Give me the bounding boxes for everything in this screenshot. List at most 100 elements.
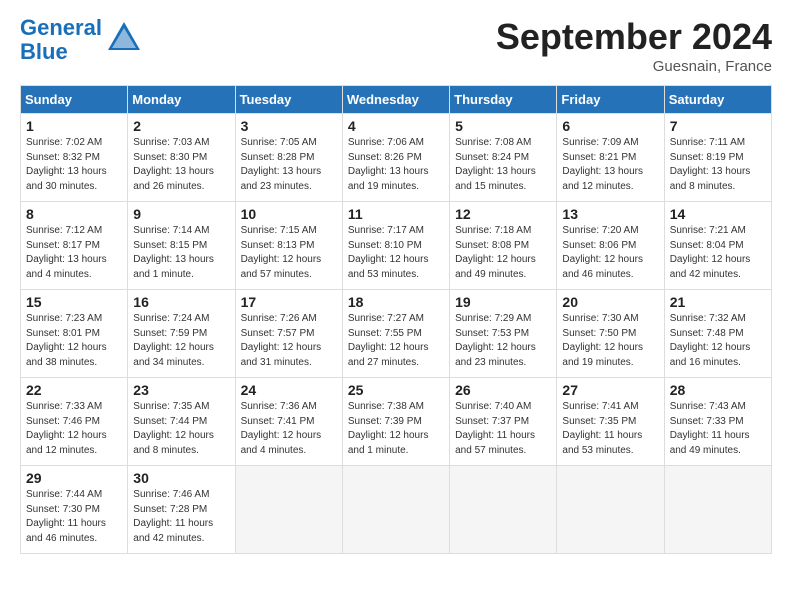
day-info: Sunrise: 7:20 AM Sunset: 8:06 PM Dayligh…	[562, 224, 658, 282]
day-number: 26	[455, 382, 551, 398]
calendar-cell: 23 Sunrise: 7:35 AM Sunset: 7:44 PM Dayli…	[128, 378, 235, 466]
weekday-header: Saturday	[664, 86, 771, 114]
day-info: Sunrise: 7:29 AM Sunset: 7:53 PM Dayligh…	[455, 312, 551, 370]
day-info: Sunrise: 7:33 AM Sunset: 7:46 PM Dayligh…	[26, 400, 122, 458]
day-number: 5	[455, 118, 551, 134]
calendar-cell: 26 Sunrise: 7:40 AM Sunset: 7:37 PM Dayli…	[450, 378, 557, 466]
calendar-cell	[664, 466, 771, 554]
calendar-cell	[450, 466, 557, 554]
day-info: Sunrise: 7:18 AM Sunset: 8:08 PM Dayligh…	[455, 224, 551, 282]
weekday-header: Friday	[557, 86, 664, 114]
calendar-cell: 28 Sunrise: 7:43 AM Sunset: 7:33 PM Dayli…	[664, 378, 771, 466]
day-info: Sunrise: 7:32 AM Sunset: 7:48 PM Dayligh…	[670, 312, 766, 370]
calendar-table: SundayMondayTuesdayWednesdayThursdayFrid…	[20, 85, 772, 554]
day-number: 9	[133, 206, 229, 222]
calendar-week-row: 29 Sunrise: 7:44 AM Sunset: 7:30 PM Dayli…	[21, 466, 772, 554]
calendar-cell: 30Sunrise: 7:46 AM Sunset: 7:28 PM Dayli…	[128, 466, 235, 554]
day-number: 2	[133, 118, 229, 134]
logo-blue: Blue	[20, 40, 102, 64]
calendar-cell: 15Sunrise: 7:23 AM Sunset: 8:01 PM Dayli…	[21, 290, 128, 378]
weekday-header: Tuesday	[235, 86, 342, 114]
day-number: 14	[670, 206, 766, 222]
day-number: 27	[562, 382, 658, 398]
calendar-cell: 24 Sunrise: 7:36 AM Sunset: 7:41 PM Dayli…	[235, 378, 342, 466]
day-number: 17	[241, 294, 337, 310]
calendar-cell: 6 Sunrise: 7:09 AM Sunset: 8:21 PM Daylig…	[557, 114, 664, 202]
calendar-cell: 7 Sunrise: 7:11 AM Sunset: 8:19 PM Daylig…	[664, 114, 771, 202]
day-number: 11	[348, 206, 444, 222]
calendar-cell	[342, 466, 449, 554]
calendar-cell: 17 Sunrise: 7:26 AM Sunset: 7:57 PM Dayli…	[235, 290, 342, 378]
day-info: Sunrise: 7:11 AM Sunset: 8:19 PM Dayligh…	[670, 136, 766, 194]
day-info: Sunrise: 7:06 AM Sunset: 8:26 PM Dayligh…	[348, 136, 444, 194]
day-number: 13	[562, 206, 658, 222]
day-number: 25	[348, 382, 444, 398]
day-number: 23	[133, 382, 229, 398]
day-info: Sunrise: 7:05 AM Sunset: 8:28 PM Dayligh…	[241, 136, 337, 194]
month-title: September 2024	[496, 16, 772, 58]
calendar-cell: 14 Sunrise: 7:21 AM Sunset: 8:04 PM Dayli…	[664, 202, 771, 290]
day-number: 19	[455, 294, 551, 310]
calendar-cell: 5 Sunrise: 7:08 AM Sunset: 8:24 PM Daylig…	[450, 114, 557, 202]
day-number: 15	[26, 294, 122, 310]
day-info: Sunrise: 7:09 AM Sunset: 8:21 PM Dayligh…	[562, 136, 658, 194]
calendar-week-row: 1 Sunrise: 7:02 AM Sunset: 8:32 PM Daylig…	[21, 114, 772, 202]
calendar-cell: 18 Sunrise: 7:27 AM Sunset: 7:55 PM Dayli…	[342, 290, 449, 378]
calendar-week-row: 8 Sunrise: 7:12 AM Sunset: 8:17 PM Daylig…	[21, 202, 772, 290]
day-number: 18	[348, 294, 444, 310]
day-number: 10	[241, 206, 337, 222]
calendar-cell: 11Sunrise: 7:17 AM Sunset: 8:10 PM Dayli…	[342, 202, 449, 290]
calendar-cell: 27 Sunrise: 7:41 AM Sunset: 7:35 PM Dayli…	[557, 378, 664, 466]
calendar-cell: 19 Sunrise: 7:29 AM Sunset: 7:53 PM Dayli…	[450, 290, 557, 378]
day-info: Sunrise: 7:27 AM Sunset: 7:55 PM Dayligh…	[348, 312, 444, 370]
calendar-cell: 16Sunrise: 7:24 AM Sunset: 7:59 PM Dayli…	[128, 290, 235, 378]
calendar-week-row: 15Sunrise: 7:23 AM Sunset: 8:01 PM Dayli…	[21, 290, 772, 378]
day-info: Sunrise: 7:14 AM Sunset: 8:15 PM Dayligh…	[133, 224, 229, 282]
day-info: Sunrise: 7:40 AM Sunset: 7:37 PM Dayligh…	[455, 400, 551, 458]
day-number: 3	[241, 118, 337, 134]
day-number: 22	[26, 382, 122, 398]
logo-general: General	[20, 15, 102, 40]
day-info: Sunrise: 7:02 AM Sunset: 8:32 PM Dayligh…	[26, 136, 122, 194]
calendar-cell: 20 Sunrise: 7:30 AM Sunset: 7:50 PM Dayli…	[557, 290, 664, 378]
day-number: 12	[455, 206, 551, 222]
day-number: 4	[348, 118, 444, 134]
title-area: September 2024 Guesnain, France	[496, 16, 772, 75]
logo-icon	[106, 20, 142, 61]
weekday-header: Sunday	[21, 86, 128, 114]
page: General Blue September 2024 Guesnain, Fr…	[0, 0, 792, 564]
day-info: Sunrise: 7:44 AM Sunset: 7:30 PM Dayligh…	[26, 488, 122, 546]
day-info: Sunrise: 7:08 AM Sunset: 8:24 PM Dayligh…	[455, 136, 551, 194]
calendar-cell	[235, 466, 342, 554]
calendar-cell: 8 Sunrise: 7:12 AM Sunset: 8:17 PM Daylig…	[21, 202, 128, 290]
calendar-cell	[557, 466, 664, 554]
day-number: 28	[670, 382, 766, 398]
day-info: Sunrise: 7:03 AM Sunset: 8:30 PM Dayligh…	[133, 136, 229, 194]
calendar-cell: 25Sunrise: 7:38 AM Sunset: 7:39 PM Dayli…	[342, 378, 449, 466]
calendar-header-row: SundayMondayTuesdayWednesdayThursdayFrid…	[21, 86, 772, 114]
calendar-cell: 9 Sunrise: 7:14 AM Sunset: 8:15 PM Daylig…	[128, 202, 235, 290]
day-number: 24	[241, 382, 337, 398]
day-number: 7	[670, 118, 766, 134]
day-info: Sunrise: 7:12 AM Sunset: 8:17 PM Dayligh…	[26, 224, 122, 282]
day-number: 1	[26, 118, 122, 134]
day-number: 29	[26, 470, 122, 486]
day-info: Sunrise: 7:21 AM Sunset: 8:04 PM Dayligh…	[670, 224, 766, 282]
day-number: 16	[133, 294, 229, 310]
calendar-cell: 10Sunrise: 7:15 AM Sunset: 8:13 PM Dayli…	[235, 202, 342, 290]
day-info: Sunrise: 7:41 AM Sunset: 7:35 PM Dayligh…	[562, 400, 658, 458]
day-info: Sunrise: 7:30 AM Sunset: 7:50 PM Dayligh…	[562, 312, 658, 370]
day-number: 20	[562, 294, 658, 310]
day-info: Sunrise: 7:35 AM Sunset: 7:44 PM Dayligh…	[133, 400, 229, 458]
calendar-cell: 2 Sunrise: 7:03 AM Sunset: 8:30 PM Daylig…	[128, 114, 235, 202]
calendar-body: 1 Sunrise: 7:02 AM Sunset: 8:32 PM Daylig…	[21, 114, 772, 554]
day-number: 21	[670, 294, 766, 310]
day-info: Sunrise: 7:46 AM Sunset: 7:28 PM Dayligh…	[133, 488, 229, 546]
day-info: Sunrise: 7:36 AM Sunset: 7:41 PM Dayligh…	[241, 400, 337, 458]
day-number: 6	[562, 118, 658, 134]
day-number: 8	[26, 206, 122, 222]
day-info: Sunrise: 7:26 AM Sunset: 7:57 PM Dayligh…	[241, 312, 337, 370]
logo: General Blue	[20, 16, 142, 64]
day-info: Sunrise: 7:43 AM Sunset: 7:33 PM Dayligh…	[670, 400, 766, 458]
weekday-header: Monday	[128, 86, 235, 114]
